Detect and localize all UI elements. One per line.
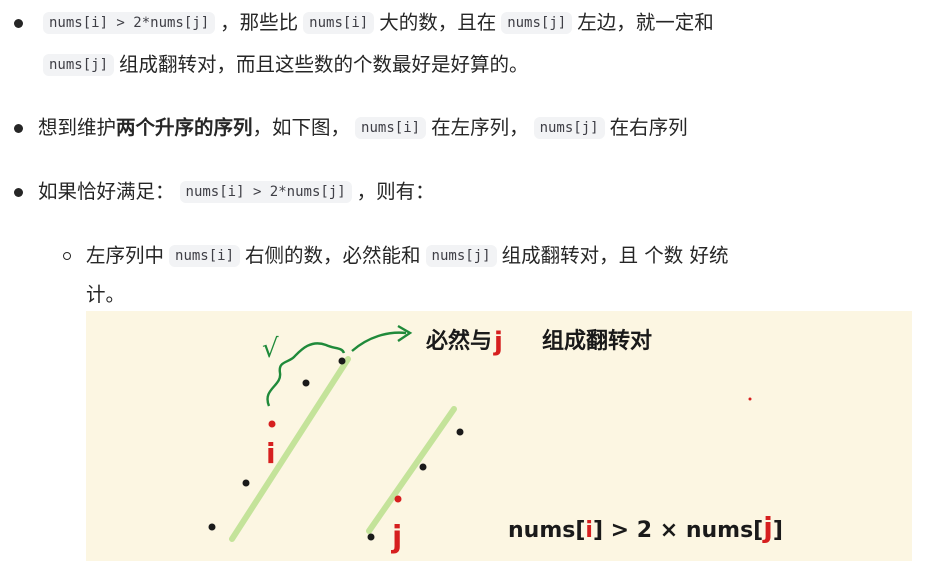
- inline-code: nums[j]: [425, 245, 497, 267]
- sub-bullet-line-1: 左序列中 nums[i] 右侧的数，必然能和 nums[j] 组成翻转对，且 个数 好统: [86, 242, 728, 270]
- formula-part-c: ]: [773, 518, 783, 543]
- label-i: i: [266, 437, 276, 470]
- bullet-1-line-1: nums[i] > 2*nums[j] ，那些比 nums[i] 大的数，且在 nums…: [38, 9, 714, 37]
- i-point: [268, 420, 276, 428]
- formula-j: j: [762, 511, 773, 544]
- annotation-text: 必然与: [426, 328, 492, 354]
- inline-code: nums[i]: [355, 117, 427, 139]
- data-point: [456, 428, 464, 436]
- label-j: j: [391, 520, 402, 555]
- inline-code: nums[i] > 2*nums[j]: [179, 181, 352, 203]
- formula-i: i: [585, 518, 593, 543]
- sub-bullet-line-2: 计。: [86, 281, 125, 309]
- text: 在左序列，: [431, 116, 529, 139]
- inline-code: nums[i]: [169, 245, 241, 267]
- illustration-figure: i j √ 必然与 j 组成翻转对 nums[i] > 2 × nums[j]: [86, 311, 912, 561]
- sub-bullet-circle: [63, 252, 71, 260]
- text: ，如下图，: [252, 116, 351, 139]
- text: 大的数，且在: [379, 11, 497, 34]
- left-sequence-line: [229, 356, 351, 542]
- annotation-j: j: [493, 327, 503, 357]
- inline-code: nums[i] > 2*nums[j]: [43, 12, 216, 34]
- bold-text: 两个升序的序列: [116, 116, 253, 139]
- bullet-dot: [14, 19, 23, 28]
- text: ，则有：: [356, 180, 435, 203]
- text: 左序列中: [86, 244, 165, 267]
- sequence-diagram: i j √ 必然与 j 组成翻转对 nums[i] > 2 × nums[j]: [208, 324, 783, 555]
- bullet-3-line: 如果恰好满足： nums[i] > 2*nums[j] ，则有：: [38, 178, 435, 206]
- annotation-tail: 组成翻转对: [542, 328, 652, 354]
- formula-part-b: ] > 2 × nums[: [593, 518, 763, 543]
- bullet-dot: [14, 188, 23, 197]
- inline-code: nums[j]: [43, 54, 115, 76]
- data-point: [302, 379, 310, 387]
- bullet-2-line: 想到维护两个升序的序列，如下图， nums[i] 在左序列， nums[j] 在右序列: [38, 114, 688, 142]
- text: 组成翻转对，且 个数 好统: [501, 244, 729, 267]
- text: 计。: [86, 283, 126, 306]
- data-point: [419, 463, 427, 471]
- data-point: [367, 533, 375, 541]
- j-point: [394, 495, 402, 503]
- text: 如果恰好满足：: [38, 180, 175, 203]
- data-point: [242, 479, 250, 487]
- stray-mark: [748, 397, 752, 401]
- inline-code: nums[j]: [501, 12, 573, 34]
- formula-part-a: nums[: [508, 518, 585, 543]
- text: 右侧的数，必然能和: [245, 244, 421, 267]
- check-mark-icon: √: [262, 334, 279, 364]
- bullet-dot: [14, 124, 23, 133]
- data-point: [338, 357, 346, 365]
- arrow-line: [351, 331, 407, 352]
- data-point: [208, 523, 216, 531]
- formula: nums[i] > 2 × nums[j]: [508, 511, 783, 544]
- brace: [266, 342, 346, 407]
- bullet-1-line-2: nums[j] 组成翻转对，而且这些数的个数最好是好算的。: [38, 51, 529, 79]
- text: ，那些比: [220, 11, 299, 34]
- text: 左边，就一定和: [577, 11, 714, 34]
- inline-code: nums[j]: [533, 117, 605, 139]
- text: 在右序列: [609, 116, 688, 139]
- inline-code: nums[i]: [303, 12, 375, 34]
- right-sequence-line: [366, 406, 457, 534]
- text: 组成翻转对，而且这些数的个数最好是好算的。: [119, 53, 529, 76]
- text: 想到维护: [38, 116, 117, 139]
